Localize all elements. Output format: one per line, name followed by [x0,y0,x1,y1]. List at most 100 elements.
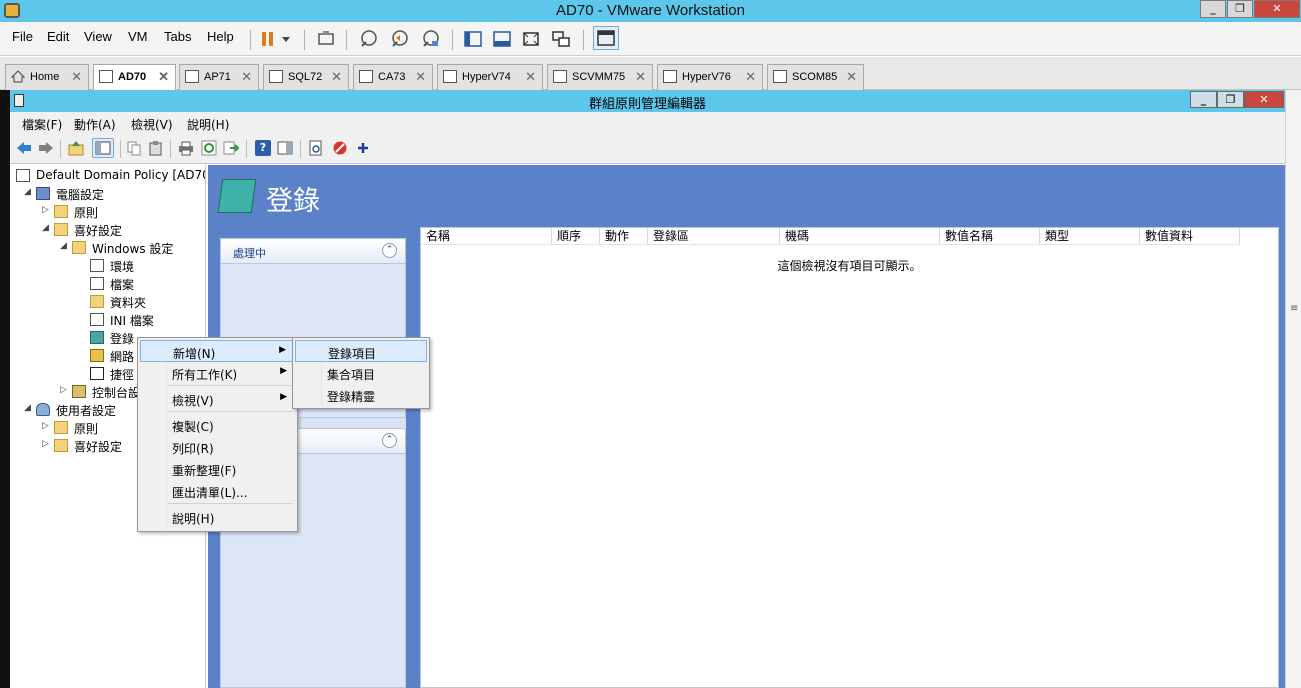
collapse-chevron-icon[interactable]: ⌃ [382,243,397,258]
context-menu-item[interactable]: 新增(N) ▶ [140,340,295,362]
tab-ca73[interactable]: CA73 ✕ [353,64,433,90]
collapse-chevron-icon[interactable]: ⌃ [382,433,397,448]
tab-home[interactable]: Home ✕ [5,64,89,90]
processing-task-header[interactable]: 處理中 ⌃ [220,238,406,264]
column-header-name[interactable]: 名稱 [421,228,552,245]
collapse-arrow-icon[interactable]: ◢ [24,403,33,413]
tree-node[interactable]: 環境 [10,257,205,275]
tab-close-icon[interactable]: ✕ [71,69,82,85]
paste-icon[interactable] [148,140,164,156]
scroll-grip-icon[interactable]: ≡ [1290,303,1298,314]
tab-close-icon[interactable]: ✕ [331,69,342,85]
tab-close-icon[interactable]: ✕ [635,69,646,85]
menu-vm[interactable]: VM [128,29,148,44]
take-snapshot-icon[interactable] [358,29,378,49]
unity-icon[interactable] [551,29,571,49]
gpme-close-button[interactable]: ✕ [1244,91,1284,108]
print-icon[interactable] [178,140,194,156]
collapse-arrow-icon[interactable]: ◢ [60,241,69,251]
column-header-type[interactable]: 類型 [1040,228,1140,245]
tree-node[interactable]: ◢ 喜好設定 [10,221,205,239]
menu-help[interactable]: 說明(H) [187,116,229,133]
full-screen-icon[interactable] [521,29,541,49]
up-one-level-icon[interactable] [68,140,84,156]
tab-close-icon[interactable]: ✕ [745,69,756,85]
column-header-action[interactable]: 動作 [600,228,648,245]
menu-view[interactable]: 檢視(V) [131,116,173,133]
tab-close-icon[interactable]: ✕ [158,69,169,85]
delete-icon[interactable] [332,140,348,156]
export-list-icon[interactable] [223,140,240,156]
properties-icon[interactable] [308,140,324,156]
expand-arrow-icon[interactable]: ▷ [42,205,51,215]
tab-hyperv76[interactable]: HyperV76 ✕ [657,64,763,90]
vmware-restore-button[interactable]: ❐ [1227,0,1253,18]
column-header-hive[interactable]: 登錄區 [648,228,780,245]
tab-scvmm75[interactable]: SCVMM75 ✕ [547,64,653,90]
submenu-item[interactable]: 登錄精靈 [295,384,427,406]
revert-snapshot-icon[interactable] [389,29,409,49]
tree-node[interactable]: 資料夾 [10,293,205,311]
tab-ad70[interactable]: AD70 ✕ [93,64,176,90]
forward-icon[interactable] [38,140,54,156]
expand-arrow-icon[interactable]: ▷ [60,385,69,395]
tab-scom85[interactable]: SCOM85 ✕ [767,64,864,90]
tree-node[interactable]: ◢ Windows 設定 [10,239,205,257]
tree-node[interactable]: 檔案 [10,275,205,293]
registry-item-list[interactable]: 名稱 順序 動作 登錄區 機碼 數值名稱 類型 數值資料 這個檢視沒有項目可顯示… [420,227,1279,688]
menu-help[interactable]: Help [207,29,234,44]
tab-close-icon[interactable]: ✕ [415,69,426,85]
send-ctrl-alt-del-icon[interactable] [316,29,336,49]
menu-tabs[interactable]: Tabs [164,29,191,44]
console-view-icon[interactable] [492,29,512,49]
gpme-minimize-button[interactable]: _ [1190,91,1217,108]
tab-close-icon[interactable]: ✕ [525,69,536,85]
context-menu-item[interactable]: 列印(R) [140,436,295,458]
context-menu-item[interactable]: 重新整理(F) [140,458,295,480]
tab-close-icon[interactable]: ✕ [846,69,857,85]
vmware-close-button[interactable]: ✕ [1254,0,1300,18]
submenu-item[interactable]: 集合項目 [295,362,427,384]
show-hide-tree-icon[interactable] [92,138,114,158]
column-header-value-data[interactable]: 數值資料 [1140,228,1240,245]
tab-ap71[interactable]: AP71 ✕ [179,64,259,90]
submenu-item[interactable]: 登錄項目 [295,340,427,362]
guest-display[interactable]: 群組原則管理編輯器 _ ❐ ✕ 檔案(F) 動作(A) 檢視(V) 說明(H) … [10,90,1301,688]
column-header-order[interactable]: 順序 [552,228,600,245]
add-icon[interactable] [355,140,371,156]
expand-arrow-icon[interactable]: ▷ [42,421,51,431]
context-menu-item[interactable]: 說明(H) [140,506,295,528]
context-menu-item[interactable]: 所有工作(K) ▶ [140,362,295,384]
library-view-icon[interactable] [463,29,483,49]
collapse-arrow-icon[interactable]: ◢ [42,223,51,233]
menu-file[interactable]: 檔案(F) [22,116,62,133]
thumbnail-bar-icon[interactable] [593,26,619,50]
tab-hyperv74[interactable]: HyperV74 ✕ [437,64,543,90]
context-menu-item[interactable]: 複製(C) [140,414,295,436]
menu-edit[interactable]: Edit [47,29,69,44]
vmware-minimize-button[interactable]: _ [1200,0,1226,18]
snapshot-manager-icon[interactable] [420,29,440,49]
copy-icon[interactable] [126,140,142,156]
refresh-icon[interactable] [201,140,217,156]
show-hide-action-pane-icon[interactable] [277,140,293,156]
tab-sql72[interactable]: SQL72 ✕ [263,64,349,90]
menu-file[interactable]: File [12,29,33,44]
tree-node[interactable]: Default Domain Policy [AD70. [10,167,205,185]
collapse-arrow-icon[interactable]: ◢ [24,187,33,197]
tree-node[interactable]: ▷ 原則 [10,203,205,221]
back-icon[interactable] [16,140,32,156]
column-header-value-name[interactable]: 數值名稱 [940,228,1040,245]
context-menu-item[interactable]: 檢視(V) ▶ [140,388,295,410]
tree-node[interactable]: INI 檔案 [10,311,205,329]
tree-node[interactable]: ◢ 電腦設定 [10,185,205,203]
gpme-restore-button[interactable]: ❐ [1217,91,1244,108]
column-header-key[interactable]: 機碼 [780,228,940,245]
context-menu-item[interactable]: 匯出清單(L)... [140,480,295,502]
help-icon[interactable]: ? [255,140,271,156]
suspend-icon[interactable] [260,29,290,49]
expand-arrow-icon[interactable]: ▷ [42,439,51,449]
tab-close-icon[interactable]: ✕ [241,69,252,85]
vertical-scrollbar[interactable]: ≡ [1285,90,1301,688]
menu-action[interactable]: 動作(A) [74,116,116,133]
